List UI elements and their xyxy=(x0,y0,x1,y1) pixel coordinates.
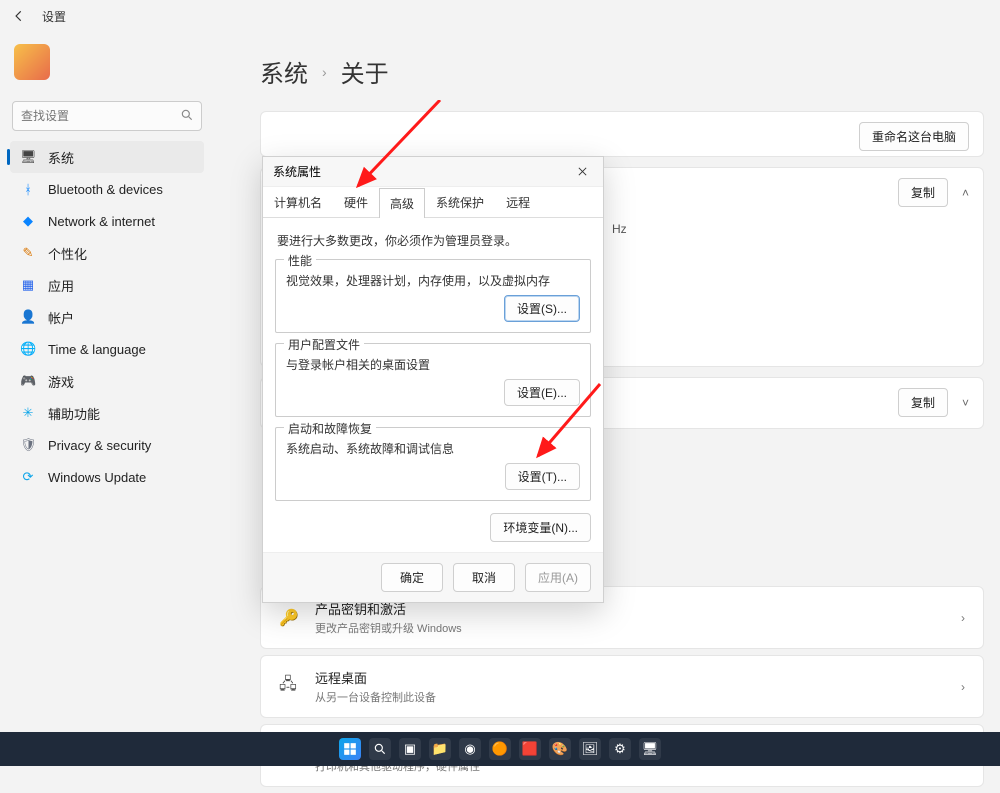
chevron-icon: › xyxy=(961,680,965,694)
sidebar-item-10[interactable]: ⟳ Windows Update xyxy=(10,461,204,493)
nav-icon: ᚼ xyxy=(20,182,36,197)
copy-button-1[interactable]: 复制 xyxy=(898,178,948,207)
sidebar-item-7[interactable]: 🎮 游戏 xyxy=(10,365,204,397)
nav-label: 应用 xyxy=(48,276,74,295)
nav-label: Time & language xyxy=(48,342,146,357)
breadcrumb-system[interactable]: 系统 xyxy=(260,54,308,89)
taskbar-search[interactable] xyxy=(369,738,391,760)
dialog-close-button[interactable] xyxy=(571,161,593,183)
sidebar-item-4[interactable]: ▦ 应用 xyxy=(10,269,204,301)
performance-desc: 视觉效果，处理器计划，内存使用，以及虚拟内存 xyxy=(286,272,580,289)
apply-button: 应用(A) xyxy=(525,563,591,592)
dialog-note: 要进行大多数更改，你必须作为管理员登录。 xyxy=(277,232,591,249)
userprofile-section: 用户配置文件 与登录帐户相关的桌面设置 设置(E)... xyxy=(275,343,591,417)
startup-settings-button[interactable]: 设置(T)... xyxy=(505,463,580,490)
arrow-left-icon xyxy=(12,9,26,23)
rename-card: 重命名这台电脑 xyxy=(260,111,984,157)
sidebar-item-3[interactable]: ✎ 个性化 xyxy=(10,237,204,269)
sidebar-item-5[interactable]: 👤 帐户 xyxy=(10,301,204,333)
dialog-tab-3[interactable]: 系统保护 xyxy=(425,187,495,217)
taskbar-paint[interactable]: 🎨 xyxy=(549,738,571,760)
cpu-freq-peek: Hz xyxy=(612,222,627,236)
nav-label: Privacy & security xyxy=(48,438,151,453)
sidebar-item-1[interactable]: ᚼ Bluetooth & devices xyxy=(10,173,204,205)
nav-icon: 🖥 xyxy=(20,149,36,165)
nav-icon: 🛡 xyxy=(20,437,36,453)
start-button[interactable] xyxy=(339,738,361,760)
nav-icon: ✳ xyxy=(20,405,36,421)
nav-label: 系统 xyxy=(48,148,74,167)
row-icon: 🖧 xyxy=(279,673,301,700)
nav-label: Bluetooth & devices xyxy=(48,182,163,197)
chevron-icon: › xyxy=(961,611,965,625)
performance-section: 性能 视觉效果，处理器计划，内存使用，以及虚拟内存 设置(S)... xyxy=(275,259,591,333)
startup-section: 启动和故障恢复 系统启动、系统故障和调试信息 设置(T)... xyxy=(275,427,591,501)
nav-label: 辅助功能 xyxy=(48,404,100,423)
nav-icon: 🌐 xyxy=(20,341,36,357)
dialog-title: 系统属性 xyxy=(273,163,321,180)
taskbar-photos[interactable]: 🖼 xyxy=(579,738,601,760)
related-row-1[interactable]: 🖧 远程桌面从另一台设备控制此设备 › xyxy=(260,655,984,718)
copy-button-2[interactable]: 复制 xyxy=(898,388,948,417)
search-icon xyxy=(180,108,194,127)
performance-settings-button[interactable]: 设置(S)... xyxy=(504,295,580,322)
sidebar-item-6[interactable]: 🌐 Time & language xyxy=(10,333,204,365)
startup-legend: 启动和故障恢复 xyxy=(284,420,376,437)
row-subtitle: 更改产品密钥或升级 Windows xyxy=(315,620,462,636)
dialog-tab-2[interactable]: 高级 xyxy=(379,188,425,218)
search-box[interactable] xyxy=(12,101,202,131)
breadcrumb: 系统 › 关于 xyxy=(260,54,984,89)
dialog-tab-1[interactable]: 硬件 xyxy=(333,187,379,217)
back-button[interactable] xyxy=(8,5,30,27)
sidebar-item-2[interactable]: ◆ Network & internet xyxy=(10,205,204,237)
env-variables-button[interactable]: 环境变量(N)... xyxy=(490,513,591,542)
dialog-tab-0[interactable]: 计算机名 xyxy=(263,187,333,217)
nav-label: Network & internet xyxy=(48,214,155,229)
userprofile-settings-button[interactable]: 设置(E)... xyxy=(504,379,580,406)
nav-icon: 🎮 xyxy=(20,373,36,389)
startup-desc: 系统启动、系统故障和调试信息 xyxy=(286,440,580,457)
dialog-tab-4[interactable]: 远程 xyxy=(495,187,541,217)
row-subtitle: 从另一台设备控制此设备 xyxy=(315,689,436,705)
window-title: 设置 xyxy=(42,8,66,25)
sidebar-item-8[interactable]: ✳ 辅助功能 xyxy=(10,397,204,429)
rename-pc-button[interactable]: 重命名这台电脑 xyxy=(859,122,969,151)
row-icon: 🔑 xyxy=(279,608,301,628)
nav-label: Windows Update xyxy=(48,470,146,485)
close-icon xyxy=(577,166,588,177)
row-title: 远程桌面 xyxy=(315,668,436,687)
userprofile-desc: 与登录帐户相关的桌面设置 xyxy=(286,356,580,373)
system-properties-dialog: 系统属性 计算机名硬件高级系统保护远程 要进行大多数更改，你必须作为管理员登录。… xyxy=(262,156,604,603)
performance-legend: 性能 xyxy=(284,252,316,269)
nav-label: 个性化 xyxy=(48,244,87,263)
nav-icon: ⟳ xyxy=(20,469,36,485)
nav-label: 帐户 xyxy=(48,308,74,327)
sidebar-item-0[interactable]: 🖥 系统 xyxy=(10,141,204,173)
nav-icon: ▦ xyxy=(20,277,36,293)
taskbar-taskview[interactable]: ▣ xyxy=(399,738,421,760)
avatar[interactable] xyxy=(14,44,50,80)
ok-button[interactable]: 确定 xyxy=(381,563,443,592)
search-input[interactable] xyxy=(12,101,202,131)
userprofile-legend: 用户配置文件 xyxy=(284,336,364,353)
chevron-down-icon[interactable]: ˅ xyxy=(962,396,969,410)
nav-label: 游戏 xyxy=(48,372,74,391)
taskbar-settings[interactable]: ⚙ xyxy=(609,738,631,760)
taskbar-app-2[interactable]: 🟥 xyxy=(519,738,541,760)
cancel-button[interactable]: 取消 xyxy=(453,563,515,592)
taskbar[interactable]: ▣ 📁 ◉ 🟠 🟥 🎨 🖼 ⚙ 🖥 xyxy=(0,732,1000,766)
taskbar-app-3[interactable]: 🖥 xyxy=(639,738,661,760)
taskbar-explorer[interactable]: 📁 xyxy=(429,738,451,760)
chevron-up-icon[interactable]: ˄ xyxy=(962,186,969,200)
sidebar-item-9[interactable]: 🛡 Privacy & security xyxy=(10,429,204,461)
taskbar-app-1[interactable]: 🟠 xyxy=(489,738,511,760)
nav-icon: 👤 xyxy=(20,309,36,325)
taskbar-chrome[interactable]: ◉ xyxy=(459,738,481,760)
chevron-right-icon: › xyxy=(322,64,327,80)
nav-icon: ✎ xyxy=(20,245,36,261)
nav-icon: ◆ xyxy=(20,213,36,229)
breadcrumb-about: 关于 xyxy=(341,54,389,89)
